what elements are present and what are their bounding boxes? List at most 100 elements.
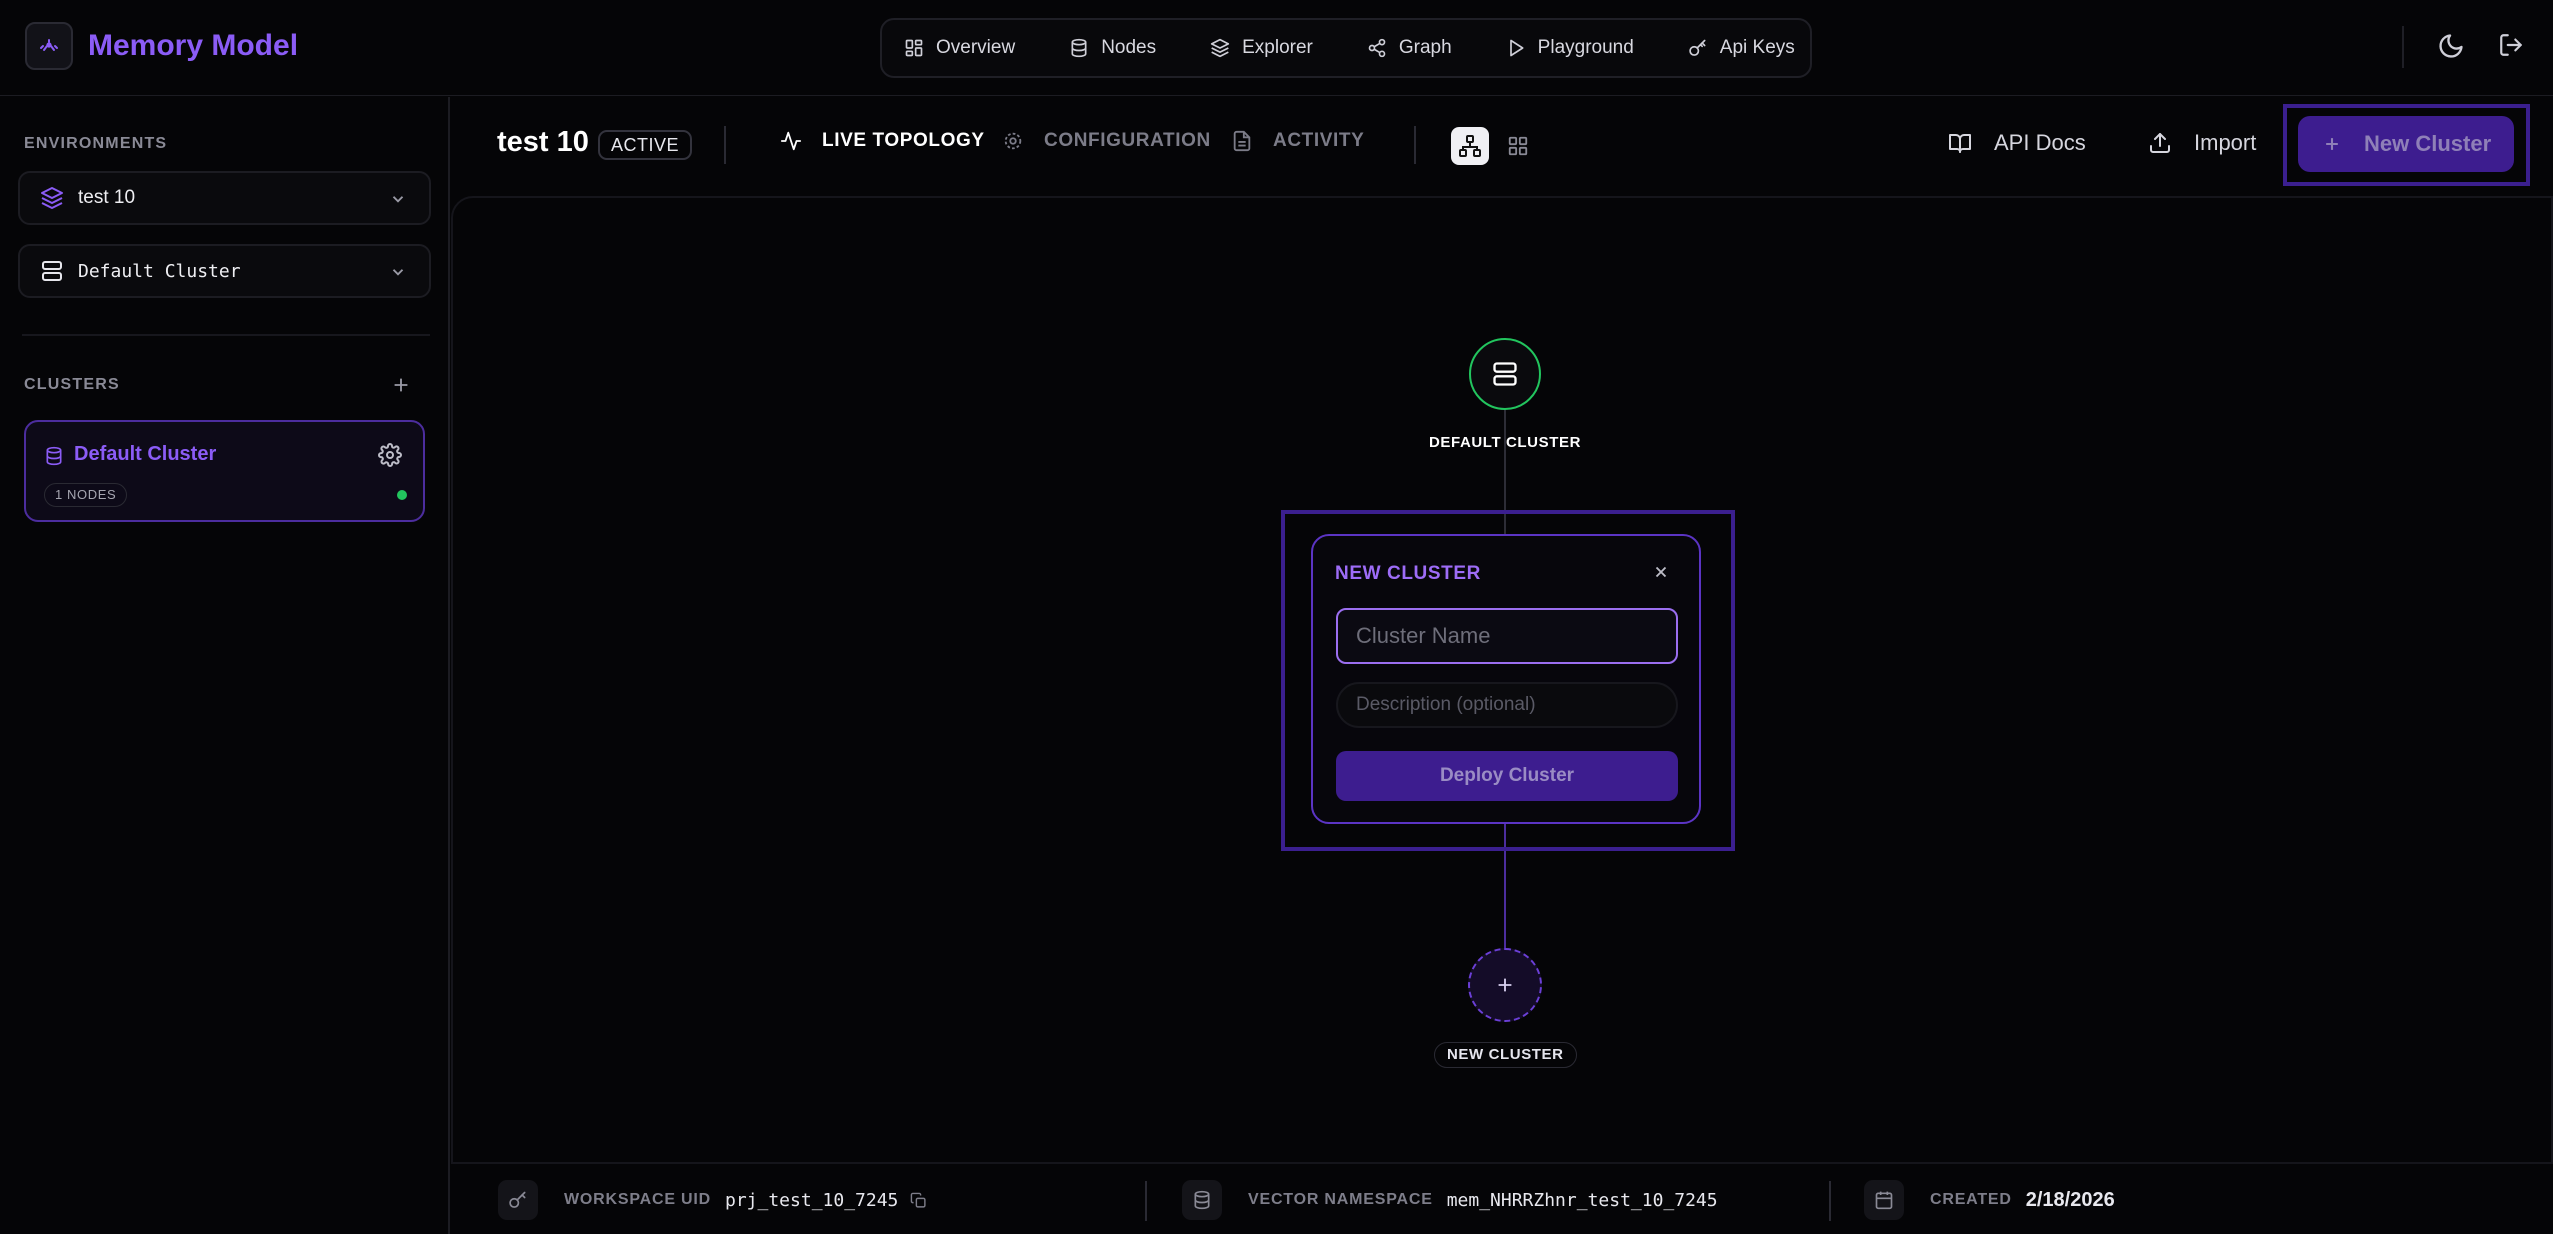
logo-icon [25,22,73,70]
top-bar: Memory Model Overview Nodes Explorer Gra… [0,0,2553,96]
play-icon [1509,39,1524,57]
view-toggle [1451,126,1547,166]
header-divider [724,126,726,164]
database-icon [1071,38,1087,58]
workspace-uid: WORKSPACE UID prj_test_10_7245 [498,1180,927,1220]
environment-select-value: test 10 [78,187,136,208]
cluster-description-input[interactable] [1336,682,1678,728]
deploy-cluster-button[interactable]: Deploy Cluster [1336,751,1678,801]
footer-divider [1145,1181,1147,1221]
cluster-name-input[interactable] [1336,608,1678,664]
created-value: 2/18/2026 [2025,1188,2115,1211]
grid-icon [1508,136,1528,156]
cluster-card-default[interactable]: Default Cluster 1 NODES [24,420,425,522]
plus-icon [1498,978,1512,992]
workspace-uid-value: prj_test_10_7245 [725,1189,899,1211]
key-icon [498,1180,538,1220]
sidebar: ENVIRONMENTS test 10 Default Cluster CLU… [0,97,450,1234]
cluster-nodes-badge: 1 NODES [44,483,128,507]
environment-select[interactable]: test 10 [18,171,431,225]
share-icon [1368,38,1386,58]
upload-icon [2150,133,2170,153]
cluster-card-name: Default Cluster [74,443,217,465]
copy-icon[interactable] [910,1192,927,1209]
brand[interactable]: Memory Model [25,22,298,70]
grid-icon [905,39,923,57]
footer-divider [1829,1181,1831,1221]
theme-toggle-moon-icon[interactable] [2437,32,2465,60]
main-nav: Overview Nodes Explorer Graph Playground… [880,18,1812,78]
vector-namespace: VECTOR NAMESPACE mem_NHRRZhnr_test_10_72… [1182,1180,1718,1220]
logout-icon[interactable] [2498,32,2524,58]
nav-graph-label: Graph [1398,37,1452,58]
gear-icon [1004,132,1022,150]
tab-activity[interactable]: ACTIVITY [1231,130,1364,152]
layers-icon [1210,38,1230,58]
nav-api-keys[interactable]: Api Keys [1688,28,1795,68]
gear-icon[interactable] [378,443,402,467]
chevron-down-icon [392,196,404,203]
new-cluster-button[interactable]: New Cluster [2298,116,2514,172]
new-cluster-popup: NEW CLUSTER Deploy Cluster [1311,534,1701,824]
file-text-icon [1233,130,1251,152]
environments-label: ENVIRONMENTS [24,135,168,152]
header-divider [1414,126,1416,164]
topbar-divider [2402,26,2404,68]
nav-playground-label: Playground [1537,37,1634,58]
book-open-icon [1949,134,1971,153]
created-date: CREATED 2/18/2026 [1864,1180,2115,1220]
clusters-label: CLUSTERS [24,376,120,393]
vector-namespace-label: VECTOR NAMESPACE [1248,1191,1433,1208]
created-label: CREATED [1930,1191,2012,1208]
nav-nodes-label: Nodes [1101,37,1157,58]
nav-nodes[interactable]: Nodes [1069,28,1156,68]
nav-graph[interactable]: Graph [1367,28,1452,68]
chevron-down-icon [392,269,404,276]
import-label: Import [2194,130,2257,155]
database-icon [1182,1180,1222,1220]
server-icon [1493,362,1517,386]
layers-icon [41,187,63,209]
default-cluster-node[interactable] [1469,338,1541,410]
api-docs-label: API Docs [1994,130,2086,155]
vector-namespace-value: mem_NHRRZhnr_test_10_7245 [1446,1189,1718,1211]
tab-configuration[interactable]: CONFIGURATION [1002,130,1211,152]
topology-view-button[interactable] [1451,127,1489,165]
cluster-select[interactable]: Default Cluster [18,244,431,298]
tab-live-topology[interactable]: LIVE TOPOLOGY [780,130,985,152]
api-docs-link[interactable]: API Docs [1948,130,2086,156]
server-icon [42,261,62,281]
tab-configuration-label: CONFIGURATION [1044,130,1211,151]
plus-icon [2326,138,2338,150]
database-icon [46,446,62,466]
key-icon [1689,39,1706,56]
default-cluster-node-label: DEFAULT CLUSTER [1428,434,1582,451]
footer-meta: WORKSPACE UID prj_test_10_7245 VECTOR NA… [451,1165,2553,1234]
network-icon [1459,135,1481,157]
nav-overview[interactable]: Overview [904,28,1015,68]
app-name: Memory Model [88,29,299,62]
nav-overview-label: Overview [936,37,1016,58]
nav-api-keys-label: Api Keys [1719,37,1795,58]
tab-activity-label: ACTIVITY [1273,130,1365,151]
new-cluster-node-label: NEW CLUSTER [1434,1042,1577,1068]
new-cluster-label: New Cluster [2364,131,2492,156]
add-cluster-plus-icon[interactable] [390,374,412,396]
activity-icon [780,131,802,151]
tab-live-topology-label: LIVE TOPOLOGY [822,130,985,151]
page-title: test 10 [497,126,589,158]
sidebar-divider [22,334,430,336]
close-icon[interactable] [1652,563,1670,581]
import-button[interactable]: Import [2148,130,2256,156]
calendar-icon [1864,1180,1904,1220]
grid-view-button[interactable] [1499,127,1537,165]
popup-title: NEW CLUSTER [1335,563,1481,584]
nav-explorer-label: Explorer [1242,37,1313,58]
cluster-select-value: Default Cluster [78,260,241,282]
nav-playground[interactable]: Playground [1506,28,1634,68]
workspace-uid-label: WORKSPACE UID [564,1191,711,1208]
new-cluster-node[interactable] [1468,948,1542,1022]
cluster-status-dot [397,490,407,500]
status-badge: ACTIVE [598,130,693,160]
nav-explorer[interactable]: Explorer [1210,28,1313,68]
